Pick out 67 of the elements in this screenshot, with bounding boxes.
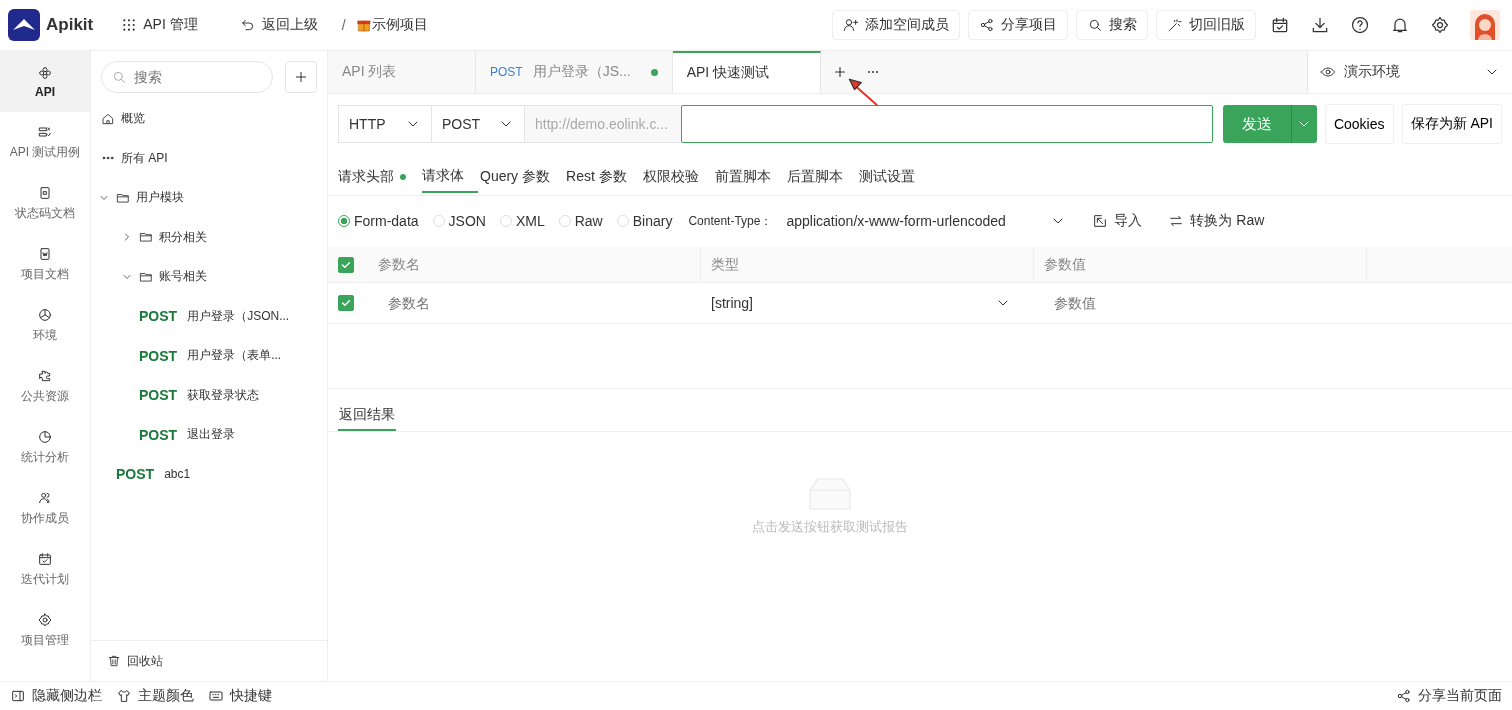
request-tab[interactable]: 权限校验 (642, 160, 713, 193)
column-header: 类型 (701, 247, 1034, 282)
recycle-bin-item[interactable]: 回收站 (91, 640, 327, 681)
module-menu-button[interactable]: API 管理 (115, 10, 204, 40)
protocol-select[interactable]: HTTP (338, 105, 432, 143)
nav-item[interactable]: 项目文档 (0, 234, 90, 295)
environment-dropdown[interactable]: 演示环境 (1307, 51, 1512, 93)
header-action-button[interactable]: 切回旧版 (1156, 10, 1256, 40)
header-action-button[interactable]: 添加空间成员 (832, 10, 960, 40)
url-prefix: http://demo.eolink.c... (524, 105, 682, 143)
param-name-field[interactable]: 参数名 (378, 294, 680, 312)
tree-item[interactable]: 所有 API (91, 138, 327, 178)
body-action-button[interactable]: 转换为 Raw (1162, 209, 1271, 233)
nav-item[interactable]: 公共资源 (0, 356, 90, 417)
footer-button[interactable]: 主题颜色 (116, 684, 194, 708)
tab[interactable]: POST 用户登录（JS... (476, 51, 673, 93)
body-type-radio[interactable]: JSON (432, 213, 486, 229)
api-item[interactable]: POST 用户登录（JSON... (91, 296, 327, 336)
footer-button[interactable]: 隐藏侧边栏 (10, 684, 102, 708)
tree-item[interactable]: 概览 (91, 99, 327, 139)
request-tab[interactable]: 前置脚本 (714, 160, 785, 193)
body-type-radio[interactable]: Raw (558, 213, 603, 229)
nav-item[interactable]: 项目管理 (0, 600, 90, 661)
request-tab[interactable]: 请求头部 (338, 160, 420, 193)
content-type-select[interactable]: application/x-www-form-urlencoded (786, 213, 1073, 229)
request-action-button[interactable]: 保存为新 API (1401, 104, 1502, 144)
request-tab[interactable]: 测试设置 (858, 160, 929, 193)
api-item[interactable]: POST 退出登录 (91, 415, 327, 455)
column-header: 参数值 (1034, 247, 1367, 282)
search-field[interactable]: 搜索 (101, 61, 273, 93)
nav-item[interactable]: 环境 (0, 295, 90, 356)
param-value-field[interactable]: 参数值 (1044, 294, 1346, 312)
request-tab[interactable]: Rest 参数 (566, 160, 641, 193)
header-action-button[interactable]: 分享项目 (968, 10, 1068, 40)
nav-item[interactable]: 统计分析 (0, 417, 90, 478)
api-item[interactable]: POST 获取登录状态 (91, 375, 327, 415)
folder-item[interactable]: 账号相关 (91, 257, 327, 297)
api-item[interactable]: POST 用户登录（表单... (91, 336, 327, 376)
header-action-button[interactable]: 搜索 (1076, 10, 1148, 40)
body-type-radio[interactable]: XML (499, 213, 545, 229)
nav-item[interactable]: 协作成员 (0, 478, 90, 539)
body-type-radio[interactable]: Binary (616, 213, 673, 229)
folder-item[interactable]: 用户模块 (91, 178, 327, 218)
footer-button[interactable]: 快捷键 (208, 684, 272, 708)
body-action-button[interactable]: 导入 (1086, 209, 1149, 233)
content-type-label: Content-Type： (688, 212, 773, 230)
body-type-radio[interactable]: Form-data (338, 213, 419, 229)
request-tab[interactable]: 后置脚本 (786, 160, 857, 193)
nav-item[interactable]: API 测试用例 (0, 112, 90, 173)
folder-item[interactable]: 积分相关 (91, 217, 327, 257)
tab[interactable]: API 快速测试 (672, 51, 821, 93)
project-name[interactable]: 示例项目 (371, 16, 428, 34)
empty-message: 点击发送按钮获取测试报告 (752, 518, 908, 536)
request-tab[interactable]: Query 参数 (480, 160, 564, 193)
request-action-button[interactable]: Cookies (1324, 104, 1394, 144)
app-name: Apikit (46, 15, 94, 35)
request-tab[interactable]: 请求体 (422, 160, 478, 193)
result-tab[interactable]: 返回结果 (338, 401, 396, 431)
column-header: 参数名 (368, 247, 701, 282)
back-button[interactable]: 返回上级 (233, 10, 324, 40)
type-select[interactable]: [string] (711, 295, 1023, 311)
breadcrumb-separator: / (341, 17, 346, 33)
nav-item[interactable]: 状态码文档 (0, 173, 90, 234)
nav-item[interactable]: API (0, 51, 90, 112)
api-item[interactable]: POST abc1 (91, 454, 327, 494)
share-page-button[interactable]: 分享当前页面 (1396, 684, 1502, 708)
nav-item[interactable]: 迭代计划 (0, 539, 90, 600)
